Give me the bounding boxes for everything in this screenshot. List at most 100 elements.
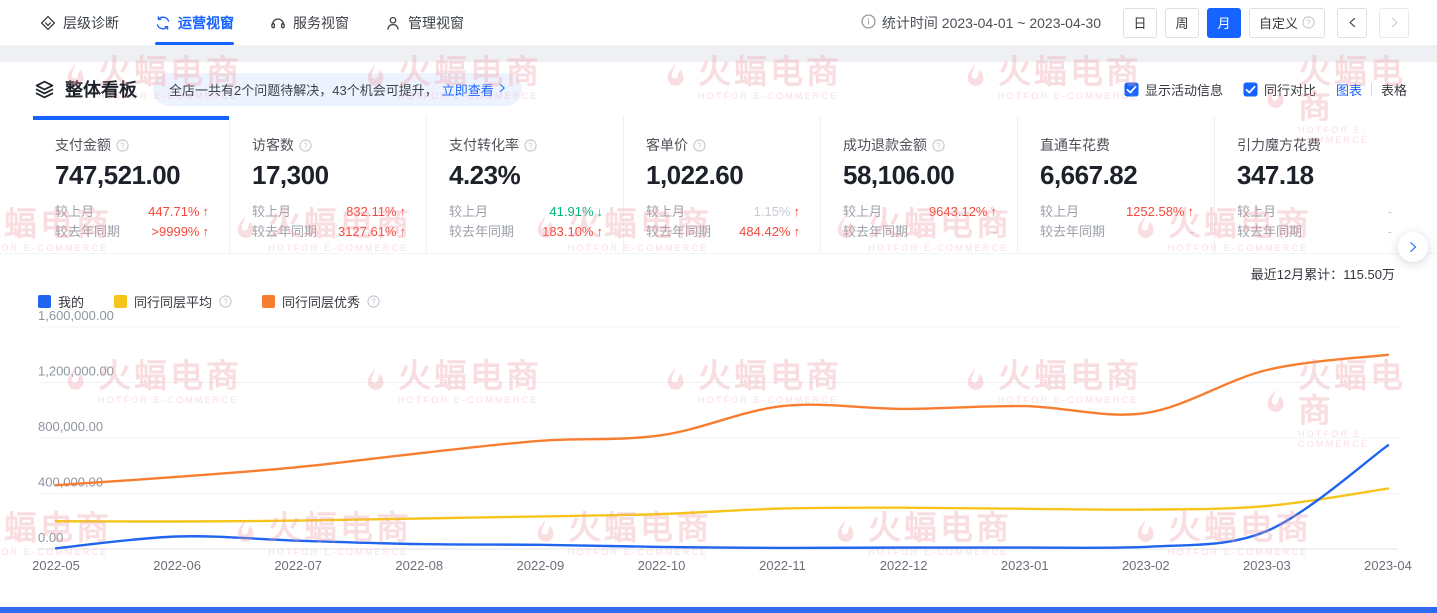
up-arrow-icon: ↑ <box>203 202 210 222</box>
tab-management-view[interactable]: 管理视窗 <box>385 0 464 45</box>
horizontal-scrollbar[interactable] <box>0 607 1437 613</box>
legend-item[interactable]: 同行同层优秀? <box>262 292 380 311</box>
line-chart: 0.00400,000.00800,000.001,200,000.001,60… <box>38 319 1398 577</box>
cards-next-button[interactable] <box>1398 232 1428 262</box>
question-circle-icon[interactable]: ? <box>693 139 706 152</box>
comparison-label: 较去年同期 <box>449 222 514 242</box>
question-circle-icon[interactable]: ? <box>116 139 129 152</box>
tab-service-view[interactable]: 服务视窗 <box>270 0 349 45</box>
checkbox-group: 显示活动信息 同行对比 <box>1124 80 1316 99</box>
stat-time-label: 统计时间 2023-04-01 ~ 2023-04-30 <box>882 13 1101 33</box>
comparison-value: 9643.12% <box>929 202 988 222</box>
tab-label: 层级诊断 <box>63 13 119 33</box>
up-arrow-icon: ↑ <box>203 222 210 242</box>
question-circle-icon[interactable]: ? <box>932 139 945 152</box>
comparison-row: 较去年同期183.10%↑ <box>449 222 603 242</box>
tab-operation-view[interactable]: 运营视窗 <box>155 0 234 45</box>
up-arrow-icon: ↑ <box>400 222 407 242</box>
question-circle-icon[interactable]: ? <box>219 295 232 308</box>
metric-comparisons: 较上月832.11%↑较去年同期3127.61%↑ <box>252 202 406 242</box>
question-circle-icon[interactable]: ? <box>1302 16 1315 29</box>
stat-time: i 统计时间 2023-04-01 ~ 2023-04-30 <box>861 13 1101 33</box>
top-navigation-bar: 层级诊断 运营视窗服务视窗管理视窗 i 统计时间 2023-04-01 ~ 202… <box>0 0 1437 46</box>
checkbox-checked-icon <box>1243 82 1258 97</box>
metric-card[interactable]: 客单价?1,022.60较上月1.15%↑较去年同期484.42%↑ <box>624 116 821 253</box>
comparison-value: 41.91% <box>549 202 593 222</box>
metric-title: 访客数? <box>252 135 406 155</box>
metric-card[interactable]: 引力魔方花费347.18较上月-较去年同期- <box>1215 116 1412 253</box>
up-arrow-icon: ↑ <box>400 202 407 222</box>
table-view-toggle[interactable]: 表格 <box>1381 80 1407 99</box>
notice-text: 全店一共有2个问题待解决，43个机会可提升， <box>169 80 438 99</box>
metric-card[interactable]: 支付转化率?4.23%较上月41.91%↓较去年同期183.10%↑ <box>427 116 624 253</box>
metric-title-label: 直通车花费 <box>1040 135 1110 155</box>
month-button[interactable]: 月 <box>1207 8 1241 38</box>
metric-card[interactable]: 成功退款金额?58,106.00较上月9643.12%↑较去年同期- <box>821 116 1018 253</box>
next-period-button[interactable] <box>1379 8 1409 38</box>
legend-item[interactable]: 同行同层平均? <box>114 292 232 311</box>
tab-level-diagnosis[interactable]: 层级诊断 <box>40 0 119 45</box>
svg-text:?: ? <box>1306 18 1311 27</box>
metric-value: 17,300 <box>252 160 406 191</box>
metric-title-label: 支付转化率 <box>449 135 519 155</box>
comparison-value: - <box>1190 222 1194 242</box>
y-axis-tick: 1,600,000.00 <box>38 308 114 323</box>
metric-value: 6,667.82 <box>1040 160 1194 191</box>
comparison-row: 较上月447.71%↑ <box>55 202 209 222</box>
custom-button[interactable]: 自定义? <box>1249 8 1325 38</box>
issues-notice: 全店一共有2个问题待解决，43个机会可提升， 立即查看 <box>153 73 522 106</box>
x-axis-tick: 2022-09 <box>517 558 565 573</box>
svg-text:?: ? <box>120 141 125 150</box>
info-circle-icon[interactable]: i <box>861 14 876 29</box>
prev-period-button[interactable] <box>1337 8 1367 38</box>
metric-title: 引力魔方花费 <box>1237 135 1392 155</box>
question-circle-icon[interactable]: ? <box>367 295 380 308</box>
checkbox-label: 同行对比 <box>1264 80 1316 99</box>
comparison-row: 较去年同期484.42%↑ <box>646 222 800 242</box>
legend-label: 同行同层平均 <box>134 292 212 311</box>
dashboard-panel: 整体看板 全店一共有2个问题待解决，43个机会可提升， 立即查看 显示活动信息同… <box>0 62 1437 613</box>
rolling-total: 最近12月累计：115.50万 <box>38 264 1395 284</box>
comparison-value: - <box>1388 222 1392 242</box>
question-circle-icon[interactable]: ? <box>299 139 312 152</box>
checkbox-label: 显示活动信息 <box>1145 80 1223 99</box>
x-axis-tick: 2022-08 <box>395 558 443 573</box>
week-button[interactable]: 周 <box>1165 8 1199 38</box>
checkbox-peer-compare[interactable]: 同行对比 <box>1243 80 1316 99</box>
metric-title: 支付转化率? <box>449 135 603 155</box>
comparison-row: 较上月1.15%↑ <box>646 202 800 222</box>
metric-card[interactable]: 直通车花费 6,667.82 较上月1252.58%↑较去年同期- <box>1018 116 1215 253</box>
layers-icon <box>34 79 55 100</box>
comparison-value: 1.15% <box>754 202 791 222</box>
metric-title: 直通车花费 <box>1040 135 1194 155</box>
period-buttons: 日周月自定义? <box>1123 8 1409 38</box>
series-line-0 <box>56 445 1388 548</box>
comparison-label: 较去年同期 <box>252 222 317 242</box>
svg-text:?: ? <box>223 297 228 306</box>
comparison-label: 较上月 <box>1040 202 1079 222</box>
day-button[interactable]: 日 <box>1123 8 1157 38</box>
comparison-row: 较上月832.11%↑ <box>252 202 406 222</box>
metric-comparisons: 较上月1252.58%↑较去年同期- <box>1040 202 1194 242</box>
comparison-value: - <box>1388 202 1392 222</box>
comparison-row: 较上月- <box>1237 202 1392 222</box>
x-axis-tick: 2022-05 <box>32 558 80 573</box>
person-icon <box>385 15 401 31</box>
x-axis-tick: 2023-04 <box>1364 558 1412 573</box>
comparison-row: 较去年同期3127.61%↑ <box>252 222 406 242</box>
metric-value: 4.23% <box>449 160 603 191</box>
y-axis-tick: 1,200,000.00 <box>38 364 114 379</box>
question-circle-icon[interactable]: ? <box>524 139 537 152</box>
svg-text:?: ? <box>936 141 941 150</box>
metric-card[interactable]: 访客数? 17,300 较上月832.11%↑较去年同期3127.61%↑ <box>230 116 427 253</box>
checkbox-show-activity-info[interactable]: 显示活动信息 <box>1124 80 1223 99</box>
metric-title-label: 支付金额 <box>55 135 111 155</box>
divider <box>1371 83 1372 96</box>
view-now-link[interactable]: 立即查看 <box>442 80 494 99</box>
metric-comparisons: 较上月447.71%↑较去年同期>9999%↑ <box>55 202 209 242</box>
chart-view-toggle[interactable]: 图表 <box>1336 80 1362 99</box>
legend-swatch <box>38 295 51 308</box>
metric-card[interactable]: 支付金额?747,521.00较上月447.71%↑较去年同期>9999%↑ <box>33 116 230 253</box>
svg-text:?: ? <box>528 141 533 150</box>
comparison-row: 较去年同期- <box>1040 222 1194 242</box>
